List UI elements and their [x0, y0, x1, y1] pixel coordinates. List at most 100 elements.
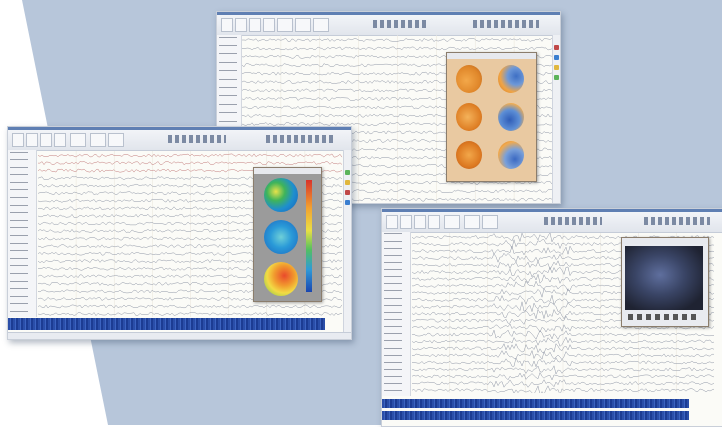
channel-label	[10, 227, 28, 229]
channel-label	[384, 340, 402, 342]
channel-label	[384, 261, 402, 263]
channel-label	[384, 383, 402, 385]
channel-label	[10, 303, 28, 305]
channel-label	[384, 361, 402, 363]
toolbar-button[interactable]	[277, 18, 293, 32]
channel-label	[10, 159, 28, 161]
color-swatch[interactable]	[345, 190, 350, 195]
head-map	[264, 220, 298, 254]
channel-label	[219, 70, 237, 72]
eeg-window-left	[7, 126, 352, 340]
toolbar-button[interactable]	[249, 18, 261, 32]
channel-label	[384, 276, 402, 278]
toolbar-icons[interactable]	[644, 217, 710, 225]
side-toolbar	[343, 150, 351, 339]
toolbar-icons[interactable]	[473, 20, 539, 28]
toolbar-button[interactable]	[386, 215, 398, 229]
toolbar-button[interactable]	[70, 133, 86, 147]
channel-label	[219, 53, 237, 55]
eeg-trace	[38, 312, 343, 317]
channel-label	[10, 189, 28, 191]
toolbar-button[interactable]	[313, 18, 329, 32]
channel-label	[10, 295, 28, 297]
color-swatch[interactable]	[554, 45, 559, 50]
channel-label	[10, 166, 28, 168]
toolbar-button[interactable]	[400, 215, 412, 229]
channel-label	[384, 354, 402, 356]
channel-label	[384, 376, 402, 378]
toolbar-icons[interactable]	[168, 135, 226, 143]
toolbar-button[interactable]	[26, 133, 38, 147]
toolbar-button[interactable]	[444, 215, 460, 229]
channel-label	[10, 197, 28, 199]
spectral-trend-strip[interactable]	[382, 411, 689, 420]
toolbar	[217, 15, 560, 36]
toolbar-button[interactable]	[263, 18, 275, 32]
toolbar-button[interactable]	[12, 133, 24, 147]
channel-label	[219, 78, 237, 80]
channel-label	[219, 61, 237, 63]
channel-label	[10, 257, 28, 259]
toolbar-button[interactable]	[464, 215, 480, 229]
channel-label	[384, 318, 402, 320]
channel-label	[219, 112, 237, 114]
channel-labels	[382, 232, 411, 396]
toolbar-button[interactable]	[221, 18, 233, 32]
channel-label	[10, 288, 28, 290]
channel-label	[219, 36, 237, 38]
channel-label	[219, 95, 237, 97]
head-map	[456, 65, 482, 93]
head-map	[456, 103, 482, 131]
channel-label	[384, 269, 402, 271]
toolbar-button[interactable]	[414, 215, 426, 229]
toolbar-icons[interactable]	[373, 20, 429, 28]
video-controls[interactable]	[628, 314, 700, 320]
head-map	[456, 141, 482, 169]
color-swatch[interactable]	[554, 65, 559, 70]
color-swatch[interactable]	[345, 200, 350, 205]
video-panel[interactable]	[621, 237, 709, 327]
spectral-trend-strip[interactable]	[8, 318, 325, 330]
toolbar-button[interactable]	[90, 133, 106, 147]
channel-label	[219, 103, 237, 105]
patient-video	[625, 246, 703, 310]
toolbar-icons[interactable]	[544, 217, 602, 225]
status-bar	[8, 332, 351, 339]
toolbar-icons[interactable]	[266, 135, 336, 143]
eeg-window-right	[381, 208, 722, 427]
channel-label	[384, 283, 402, 285]
toolbar-button[interactable]	[40, 133, 52, 147]
channel-label	[219, 45, 237, 47]
color-swatch[interactable]	[554, 75, 559, 80]
channel-label	[10, 181, 28, 183]
spectral-trend-strip[interactable]	[382, 399, 689, 408]
toolbar-button[interactable]	[235, 18, 247, 32]
toolbar-button[interactable]	[295, 18, 311, 32]
color-swatch[interactable]	[345, 170, 350, 175]
channel-label	[384, 254, 402, 256]
toolbar-button[interactable]	[54, 133, 66, 147]
channel-label	[384, 333, 402, 335]
panel-title-bar	[447, 53, 536, 59]
channel-label	[384, 240, 402, 242]
channel-label	[384, 297, 402, 299]
channel-label	[10, 280, 28, 282]
toolbar-button[interactable]	[108, 133, 124, 147]
topographic-map-panel[interactable]	[446, 52, 537, 182]
toolbar	[382, 212, 722, 233]
head-map	[498, 103, 524, 131]
color-swatch[interactable]	[554, 55, 559, 60]
channel-label	[384, 368, 402, 370]
channel-label	[10, 272, 28, 274]
toolbar-button[interactable]	[428, 215, 440, 229]
eeg-trace	[38, 153, 343, 158]
side-toolbar	[552, 35, 560, 203]
channel-label	[10, 265, 28, 267]
panel-title-bar	[254, 168, 321, 174]
channel-label	[10, 310, 28, 312]
topographic-map-panel[interactable]	[253, 167, 322, 302]
color-swatch[interactable]	[345, 180, 350, 185]
channel-label	[10, 151, 28, 153]
toolbar-button[interactable]	[482, 215, 498, 229]
channel-label	[384, 247, 402, 249]
